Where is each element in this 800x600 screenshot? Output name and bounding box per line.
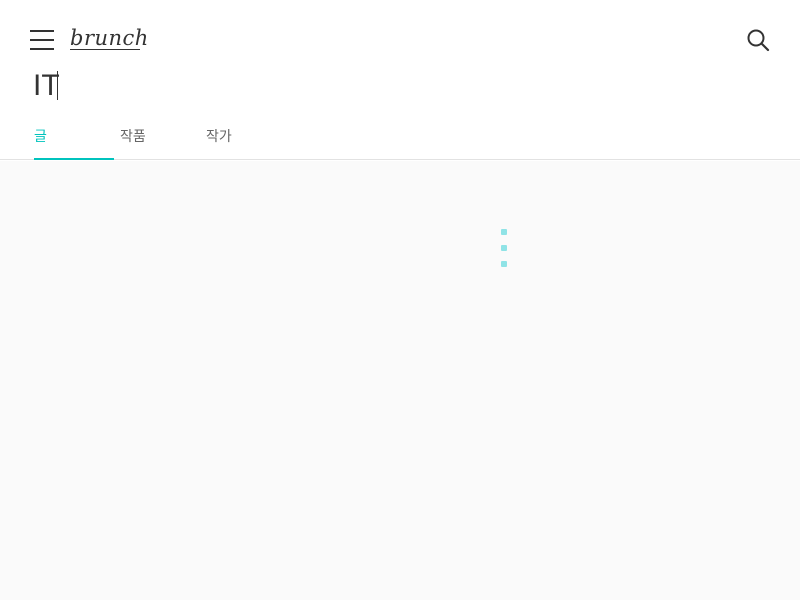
loading-dot: [501, 261, 507, 267]
search-input[interactable]: [33, 64, 733, 108]
search-result-tabs: 글 작품 작가: [0, 116, 800, 160]
search-icon[interactable]: [746, 28, 772, 54]
brunch-logo[interactable]: brunch: [70, 24, 149, 52]
menu-bar-middle: [30, 39, 54, 41]
search-results-area: [0, 161, 800, 600]
tab-articles[interactable]: 글: [34, 128, 47, 146]
menu-bar-top: [30, 30, 54, 32]
tab-works[interactable]: 작품: [120, 128, 146, 146]
hamburger-menu-icon[interactable]: [30, 29, 54, 51]
search-icon-svg: [747, 29, 770, 52]
brunch-search-page: brunch 글 작품 작가: [0, 0, 800, 600]
header: brunch 글 작품 작가: [0, 0, 800, 160]
logo-underline: [70, 49, 140, 50]
active-tab-indicator: [34, 158, 114, 160]
loading-dot: [501, 229, 507, 235]
tab-authors[interactable]: 작가: [206, 128, 232, 146]
menu-bar-bottom: [30, 48, 54, 50]
loading-dot: [501, 245, 507, 251]
text-cursor: [57, 71, 58, 100]
